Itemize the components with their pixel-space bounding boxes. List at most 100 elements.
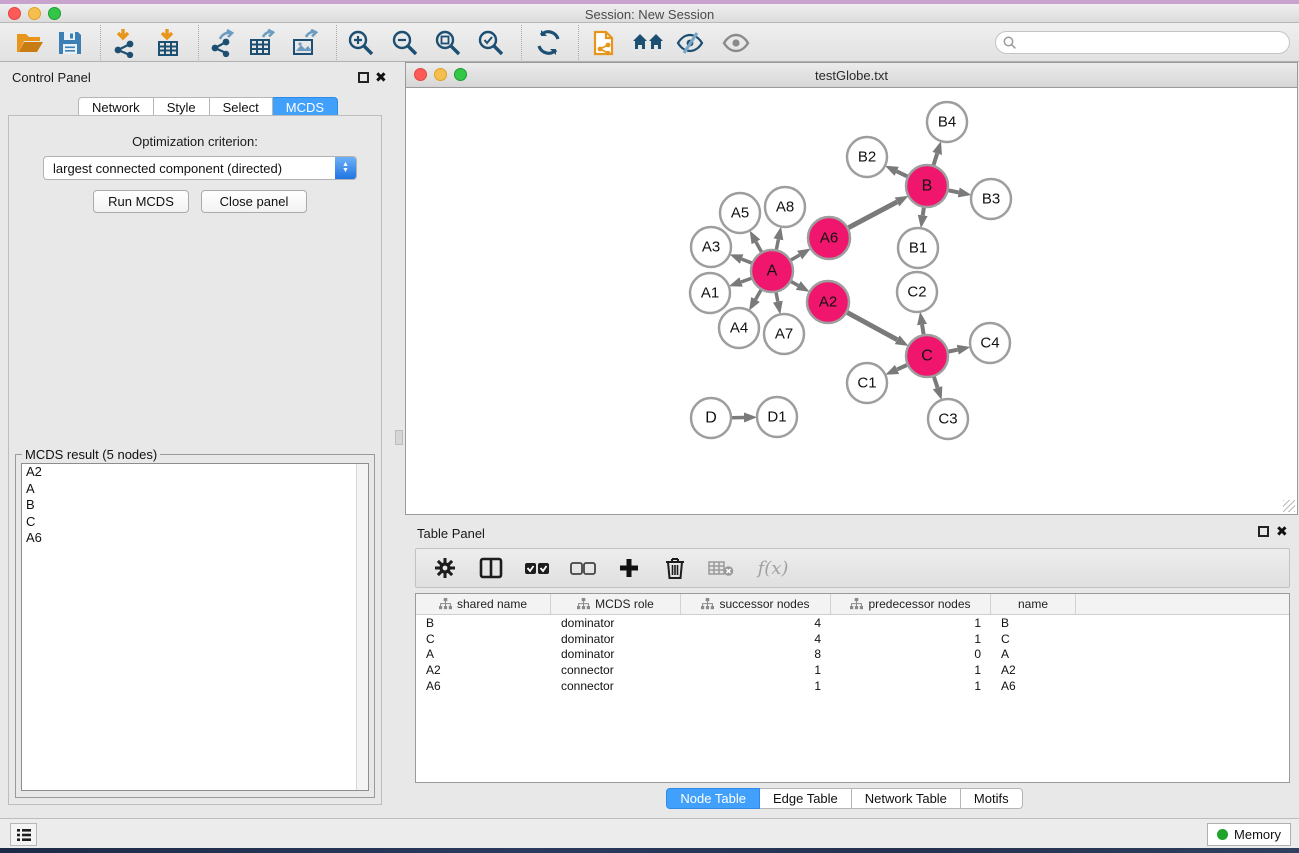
search-input[interactable] bbox=[1017, 36, 1289, 50]
table-tab-node-table[interactable]: Node Table bbox=[666, 788, 760, 809]
criterion-dropdown[interactable]: largest connected component (directed) ▲… bbox=[43, 156, 357, 180]
edge-A-A1[interactable] bbox=[741, 278, 752, 282]
graph-node-C4[interactable]: C4 bbox=[970, 323, 1010, 363]
import-network-button[interactable] bbox=[105, 26, 145, 59]
graph-node-C1[interactable]: C1 bbox=[847, 363, 887, 403]
edge-A-A2[interactable] bbox=[790, 281, 798, 285]
table-cell[interactable]: A bbox=[416, 647, 551, 661]
mcds-result-item[interactable]: A2 bbox=[22, 464, 368, 481]
memory-button[interactable]: Memory bbox=[1207, 823, 1291, 846]
scrollbar[interactable] bbox=[356, 464, 368, 790]
export-network-button[interactable] bbox=[202, 26, 242, 59]
show-details-button[interactable] bbox=[716, 26, 756, 59]
column-header-name[interactable]: name bbox=[991, 594, 1076, 614]
deselect-all-button[interactable] bbox=[567, 552, 599, 584]
graph-node-A8[interactable]: A8 bbox=[765, 187, 805, 227]
graph-node-A5[interactable]: A5 bbox=[720, 193, 760, 233]
graph-node-B3[interactable]: B3 bbox=[971, 179, 1011, 219]
graph-node-A1[interactable]: A1 bbox=[690, 273, 730, 313]
table-row[interactable]: A6connector11A6 bbox=[416, 678, 1289, 694]
search-field[interactable] bbox=[995, 31, 1290, 54]
edge-C-C1[interactable] bbox=[897, 365, 908, 370]
table-cell[interactable]: A2 bbox=[991, 663, 1076, 677]
zoom-out-button[interactable] bbox=[385, 26, 425, 59]
export-image-button[interactable] bbox=[286, 26, 326, 59]
graph-node-A4[interactable]: A4 bbox=[719, 308, 759, 348]
column-header-predecessor-nodes[interactable]: predecessor nodes bbox=[831, 594, 991, 614]
edge-A-A7[interactable] bbox=[776, 292, 778, 302]
toggle-column-button[interactable] bbox=[475, 552, 507, 584]
network-window-titlebar[interactable]: testGlobe.txt bbox=[406, 63, 1297, 88]
graph-node-D[interactable]: D bbox=[691, 398, 731, 438]
table-cell[interactable]: 1 bbox=[681, 663, 831, 677]
edge-C-C2[interactable] bbox=[922, 325, 924, 336]
graph-node-A3[interactable]: A3 bbox=[691, 227, 731, 267]
graph-node-C[interactable]: C bbox=[906, 335, 948, 377]
delete-column-button[interactable] bbox=[659, 552, 691, 584]
new-network-from-file-button[interactable] bbox=[585, 26, 625, 59]
mcds-result-item[interactable]: A bbox=[22, 481, 368, 498]
table-cell[interactable]: connector bbox=[551, 679, 681, 693]
home-networks-button[interactable] bbox=[628, 26, 668, 59]
table-cell[interactable]: C bbox=[416, 632, 551, 646]
table-cell[interactable]: 1 bbox=[831, 616, 991, 630]
window-resize-grip[interactable] bbox=[1283, 500, 1295, 512]
zoom-selected-button[interactable] bbox=[471, 26, 511, 59]
graph-node-D1[interactable]: D1 bbox=[757, 397, 797, 437]
graph-node-C2[interactable]: C2 bbox=[897, 272, 937, 312]
zoom-fit-button[interactable] bbox=[428, 26, 468, 59]
edge-B-B2[interactable] bbox=[897, 171, 908, 177]
table-cell[interactable]: 0 bbox=[831, 647, 991, 661]
delete-table-button[interactable] bbox=[705, 552, 737, 584]
graph-node-B[interactable]: B bbox=[906, 165, 948, 207]
close-panel-icon[interactable]: ✖ bbox=[375, 69, 387, 86]
edge-A-A6[interactable] bbox=[790, 255, 799, 260]
table-row[interactable]: Adominator80A bbox=[416, 647, 1289, 663]
table-cell[interactable]: B bbox=[991, 616, 1076, 630]
edge-B-B1[interactable] bbox=[923, 207, 924, 216]
run-mcds-button[interactable]: Run MCDS bbox=[93, 190, 189, 213]
table-cell[interactable]: 1 bbox=[831, 663, 991, 677]
graph-node-B1[interactable]: B1 bbox=[898, 228, 938, 268]
close-table-panel-icon[interactable]: ✖ bbox=[1276, 523, 1288, 540]
table-row[interactable]: Bdominator41B bbox=[416, 615, 1289, 631]
save-session-button[interactable] bbox=[50, 26, 90, 59]
show-panel-list-button[interactable] bbox=[10, 823, 37, 846]
table-tab-motifs[interactable]: Motifs bbox=[961, 788, 1023, 809]
table-cell[interactable]: 1 bbox=[831, 679, 991, 693]
table-cell[interactable]: A bbox=[991, 647, 1076, 661]
edge-A-A4[interactable] bbox=[756, 289, 762, 299]
table-cell[interactable]: B bbox=[416, 616, 551, 630]
edge-A-A5[interactable] bbox=[756, 242, 762, 253]
float-panel-icon[interactable] bbox=[358, 72, 369, 83]
graph-node-C3[interactable]: C3 bbox=[928, 399, 968, 439]
table-tab-network-table[interactable]: Network Table bbox=[852, 788, 961, 809]
table-cell[interactable]: dominator bbox=[551, 616, 681, 630]
table-cell[interactable]: A2 bbox=[416, 663, 551, 677]
table-cell[interactable]: 1 bbox=[831, 632, 991, 646]
edge-A6-B[interactable] bbox=[848, 202, 897, 228]
table-cell[interactable]: dominator bbox=[551, 632, 681, 646]
float-table-panel-icon[interactable] bbox=[1258, 526, 1269, 537]
node-table[interactable]: shared nameMCDS rolesuccessor nodesprede… bbox=[415, 593, 1290, 783]
edge-B-B3[interactable] bbox=[948, 190, 959, 192]
import-table-button[interactable] bbox=[148, 26, 188, 59]
network-graph-canvas[interactable]: B4B2BB3A5A8A6A3B1AA1C2A2A4A7C4CC1C3DD1 bbox=[406, 88, 1297, 514]
table-cell[interactable]: A6 bbox=[991, 679, 1076, 693]
edge-B-B4[interactable] bbox=[933, 153, 937, 165]
open-file-button[interactable] bbox=[10, 26, 50, 59]
table-cell[interactable]: A6 bbox=[416, 679, 551, 693]
export-table-button[interactable] bbox=[243, 26, 283, 59]
table-cell[interactable]: 4 bbox=[681, 632, 831, 646]
select-all-button[interactable] bbox=[521, 552, 553, 584]
graph-node-A2[interactable]: A2 bbox=[807, 281, 849, 323]
edge-C-C3[interactable] bbox=[934, 376, 938, 388]
refresh-layout-button[interactable] bbox=[528, 26, 568, 59]
table-cell[interactable]: 4 bbox=[681, 616, 831, 630]
splitter-handle[interactable] bbox=[395, 430, 403, 445]
table-cell[interactable]: 8 bbox=[681, 647, 831, 661]
add-column-button[interactable] bbox=[613, 552, 645, 584]
table-cell[interactable]: C bbox=[991, 632, 1076, 646]
edge-A-A3[interactable] bbox=[742, 259, 753, 263]
table-cell[interactable]: connector bbox=[551, 663, 681, 677]
